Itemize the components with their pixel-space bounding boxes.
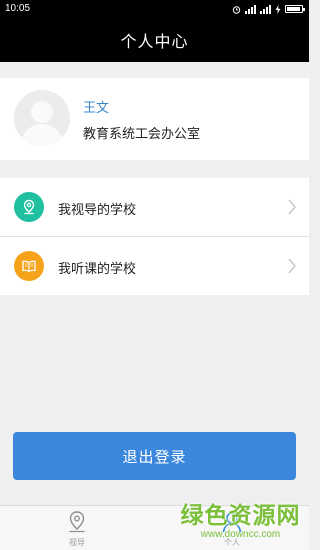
signal-icon (245, 4, 256, 14)
tab-supervision[interactable]: 视导 (0, 506, 154, 550)
default-avatar-icon (14, 90, 70, 146)
logout-button[interactable]: 退出登录 (13, 432, 296, 480)
charging-icon (275, 4, 281, 14)
profile-card: 王文 教育系统工会办公室 (0, 78, 309, 160)
chevron-right-icon (288, 199, 296, 215)
avatar (14, 90, 70, 146)
page-title: 个人中心 (120, 32, 189, 51)
open-book-icon (14, 251, 44, 281)
alarm-icon (232, 5, 241, 14)
tab-bar: 视导 个人 (0, 505, 309, 550)
status-time: 10:05 (5, 3, 31, 14)
menu-item-attended-schools[interactable]: 我听课的学校 (0, 237, 309, 295)
tab-label: 视导 (69, 538, 85, 547)
chevron-right-icon (288, 258, 296, 274)
menu-item-supervised-schools[interactable]: 我视导的学校 (0, 178, 309, 236)
location-pin-icon (14, 192, 44, 222)
location-pin-icon (69, 511, 85, 533)
menu-item-label: 我视导的学校 (58, 203, 137, 218)
tab-personal[interactable]: 个人 (155, 506, 309, 550)
menu-list: 我视导的学校 我听课的学校 (0, 178, 309, 295)
nav-bar: 个人中心 (0, 18, 309, 62)
user-name: 王文 (83, 101, 110, 116)
status-bar: 10:05 (0, 0, 309, 18)
person-icon (222, 512, 242, 533)
status-icons (232, 4, 305, 14)
battery-fill (287, 7, 300, 11)
menu-item-label: 我听课的学校 (58, 262, 137, 277)
signal-icon-2 (260, 4, 271, 14)
tab-label: 个人 (224, 538, 240, 547)
user-organization: 教育系统工会办公室 (83, 127, 201, 142)
battery-icon (285, 5, 305, 13)
